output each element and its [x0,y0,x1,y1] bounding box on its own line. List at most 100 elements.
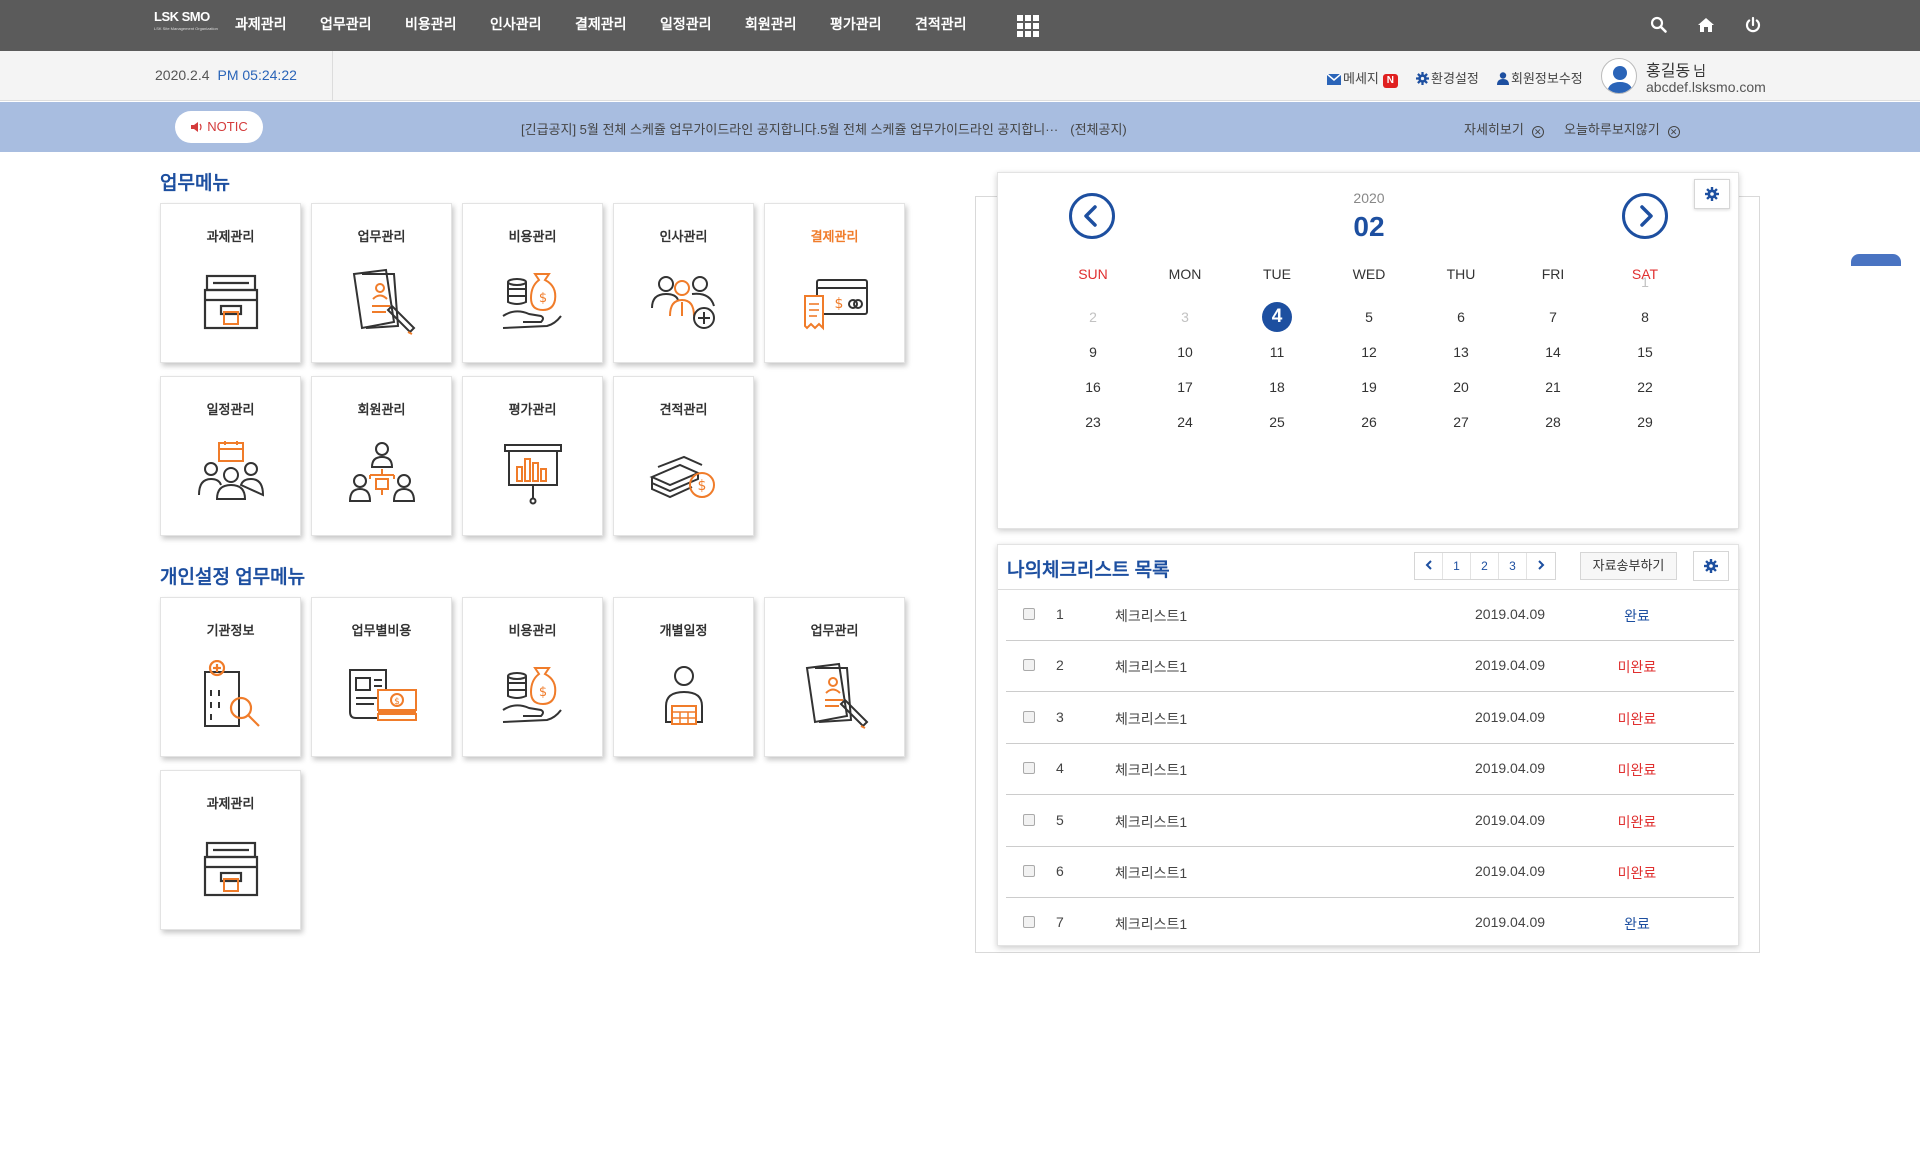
next-month-button[interactable] [1622,193,1668,239]
calendar-day[interactable]: 9 [1047,344,1139,360]
row-checkbox[interactable] [1023,865,1035,877]
notice-detail-label: 자세히보기 [1464,122,1524,137]
calendar-day[interactable]: 8 [1599,309,1691,325]
row-checkbox[interactable] [1023,813,1035,826]
calendar-day[interactable]: 13 [1415,344,1507,360]
nav-item-estimate[interactable]: 견적관리 [915,0,1000,51]
row-checkbox[interactable] [1023,608,1035,620]
notice-detail-link[interactable]: 자세히보기 ✕ [1464,119,1544,138]
calendar-day[interactable]: 5 [1323,309,1415,325]
send-data-button[interactable]: 자료송부하기 [1580,552,1677,580]
calendar-settings-button[interactable] [1694,179,1730,209]
notice-button[interactable]: NOTIC [175,111,263,143]
nav-item-hr[interactable]: 인사관리 [490,0,575,51]
nav-item-payment[interactable]: 결제관리 [575,0,660,51]
nav-item-schedule[interactable]: 일정관리 [660,0,745,51]
nav-item-project[interactable]: 과제관리 [235,0,320,51]
tile-cost[interactable]: 비용관리 $ [462,203,603,363]
row-checkbox[interactable] [1023,916,1035,929]
tile-member[interactable]: 회원관리 [311,376,452,536]
row-checkbox[interactable] [1023,659,1035,672]
hide-today-link[interactable]: 오늘하루보지않기 ✕ [1564,119,1680,138]
power-icon[interactable] [1743,15,1763,35]
avatar[interactable] [1601,58,1637,94]
calendar-day[interactable]: 21 [1507,379,1599,395]
gear-icon [1416,72,1429,85]
calendar-day[interactable]: 27 [1415,414,1507,430]
tile-schedule[interactable]: 일정관리 [160,376,301,536]
checklist-settings-button[interactable] [1693,551,1729,581]
row-checkbox[interactable] [1023,710,1035,723]
settings-link[interactable]: 환경설정 [1416,68,1479,87]
calendar-day[interactable]: 7 [1507,309,1599,325]
calendar-day[interactable]: 14 [1507,344,1599,360]
tile-cost-personal[interactable]: 비용관리 $ [462,597,603,757]
checklist-row[interactable]: 2 체크리스트1 2019.04.09 미완료 [998,641,1740,693]
checklist-row[interactable]: 1 체크리스트1 2019.04.09 완료 [998,590,1740,641]
user-suffix: 님 [1693,63,1707,79]
calendar-day[interactable]: 16 [1047,379,1139,395]
profile-edit-link[interactable]: 회원정보수정 [1497,68,1583,87]
nav-item-work[interactable]: 업무관리 [320,0,405,51]
tile-personal-schedule[interactable]: 개별일정 [613,597,754,757]
calendar-day[interactable]: 22 [1599,379,1691,395]
calendar-day[interactable]: 23 [1047,414,1139,430]
checklist-row[interactable]: 6 체크리스트1 2019.04.09 미완료 [998,847,1740,898]
tile-work-personal[interactable]: 업무관리 [764,597,905,757]
next-page-button[interactable] [1527,553,1555,579]
calendar-day[interactable]: 26 [1323,414,1415,430]
nav-item-cost[interactable]: 비용관리 [405,0,490,51]
file-drawer-icon [203,841,259,897]
page-2[interactable]: 2 [1471,553,1499,579]
calendar-day[interactable]: 18 [1231,379,1323,395]
tile-payment[interactable]: 결제관리 $ [764,203,905,363]
calendar-day[interactable]: 20 [1415,379,1507,395]
side-tab[interactable] [1851,254,1901,266]
tile-institution-info[interactable]: 기관정보 [160,597,301,757]
calendar-day[interactable]: 17 [1139,379,1231,395]
page-1[interactable]: 1 [1443,553,1471,579]
calendar-day[interactable]: 19 [1323,379,1415,395]
grid-menu-icon[interactable] [1017,15,1039,37]
calendar-day[interactable]: 4 [1231,302,1323,332]
calendar-day[interactable]: 12 [1323,344,1415,360]
tile-evaluation[interactable]: 평가관리 [462,376,603,536]
calendar-day[interactable]: 24 [1139,414,1231,430]
tile-project-personal[interactable]: 과제관리 [160,770,301,930]
calendar-day[interactable]: 3 [1139,309,1231,325]
checklist-row[interactable]: 5 체크리스트1 2019.04.09 미완료 [998,796,1740,847]
row-date: 2019.04.09 [1475,657,1546,674]
calendar-day[interactable]: 6 [1415,309,1507,325]
message-link[interactable]: 메세지 N [1326,68,1398,88]
checklist-title: 나의체크리스트 목록 [1007,560,1170,581]
tile-estimate[interactable]: 견적관리 $ [613,376,754,536]
document-pen-icon [805,662,869,729]
tile-cost-by-work[interactable]: 업무별비용 $ [311,597,452,757]
checklist-row[interactable]: 4 체크리스트1 2019.04.09 미완료 [998,744,1740,796]
home-icon[interactable] [1696,15,1716,35]
prev-page-button[interactable] [1415,553,1443,579]
row-status: 미완료 [1617,710,1657,727]
row-checkbox[interactable] [1023,762,1035,775]
building-search-icon [204,660,260,727]
calendar-day[interactable]: 11 [1231,344,1323,360]
checklist-row[interactable]: 7 체크리스트1 2019.04.09 완료 [998,898,1740,949]
nav-item-member[interactable]: 회원관리 [745,0,830,51]
search-icon[interactable] [1649,15,1669,35]
calendar-day[interactable]: 28 [1507,414,1599,430]
calendar-day[interactable]: 25 [1231,414,1323,430]
nav-item-evaluation[interactable]: 평가관리 [830,0,915,51]
tile-work[interactable]: 업무관리 [311,203,452,363]
team-calendar-icon [198,441,265,500]
calendar-day[interactable]: 29 [1599,414,1691,430]
calendar-day[interactable]: 1 [1599,274,1691,290]
notice-text[interactable]: [긴급공지] 5월 전체 스케쥴 업무가이드라인 공지합니다.5월 전체 스케쥴… [521,119,1127,138]
page-3[interactable]: 3 [1499,553,1527,579]
logo[interactable]: LSK SMO LSK Site Management Organization [154,9,218,39]
calendar-day[interactable]: 15 [1599,344,1691,360]
calendar-day[interactable]: 2 [1047,309,1139,325]
tile-project[interactable]: 과제관리 [160,203,301,363]
calendar-day[interactable]: 10 [1139,344,1231,360]
checklist-row[interactable]: 3 체크리스트1 2019.04.09 미완료 [998,693,1740,744]
tile-hr[interactable]: 인사관리 [613,203,754,363]
